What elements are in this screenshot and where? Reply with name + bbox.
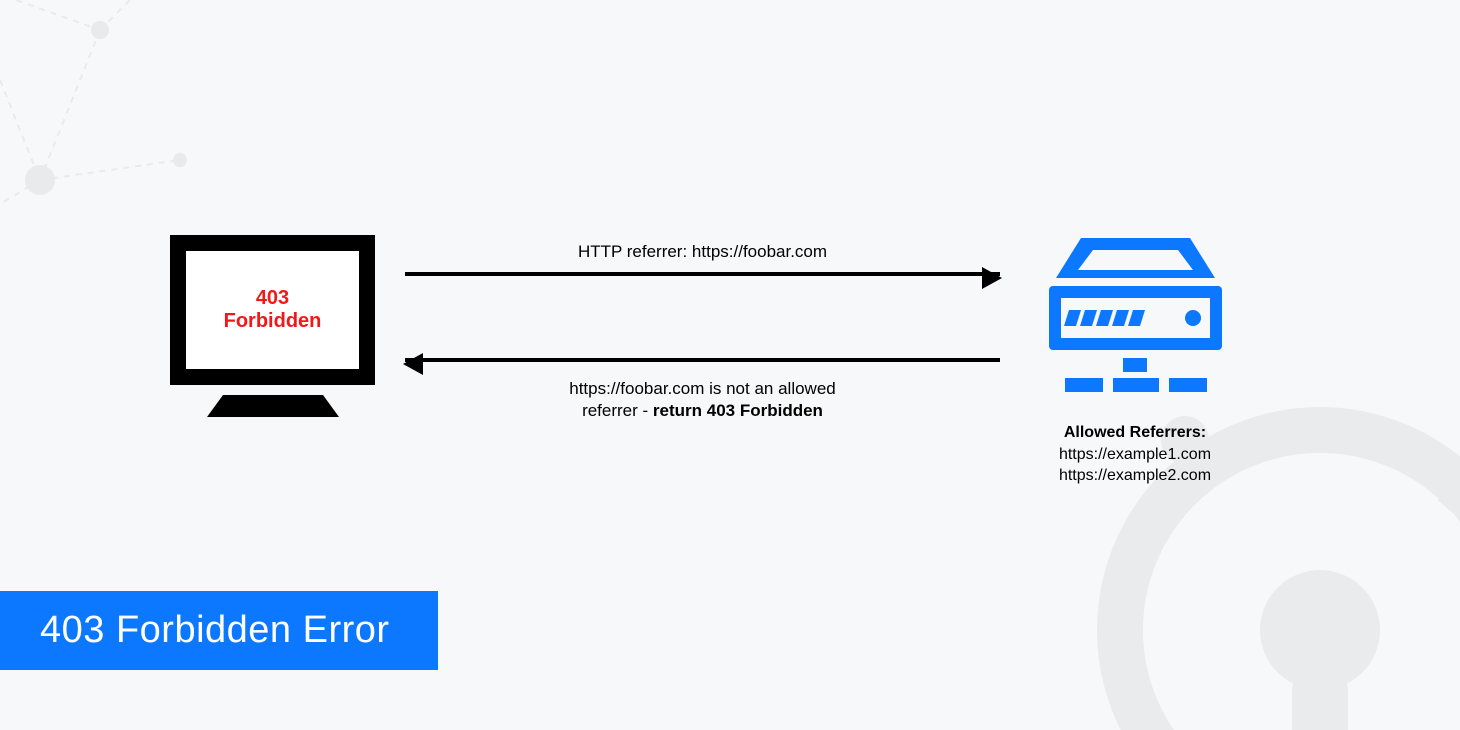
monitor-screen: 403 Forbidden (186, 251, 359, 369)
page-title: 403 Forbidden Error (0, 591, 438, 670)
response-label: https://foobar.com is not an allowed ref… (405, 378, 1000, 422)
allowed-referrer-1: https://example1.com (1040, 444, 1230, 466)
error-text: Forbidden (224, 310, 322, 333)
response-line2: referrer - return 403 Forbidden (405, 400, 1000, 422)
request-arrow (405, 272, 1000, 276)
allowed-referrer-2: https://example2.com (1040, 465, 1230, 487)
monitor-stand-icon (207, 395, 339, 417)
request-label: HTTP referrer: https://foobar.com (405, 242, 1000, 262)
error-code: 403 (256, 287, 289, 310)
arrow-left-icon (403, 353, 423, 375)
response-arrow (405, 358, 1000, 362)
allowed-referrers-header: Allowed Referrers: (1040, 422, 1230, 444)
arrow-line-icon (405, 272, 1000, 276)
monitor-icon: 403 Forbidden (170, 235, 375, 385)
response-line2-bold: return 403 Forbidden (653, 401, 823, 420)
client-monitor: 403 Forbidden (170, 235, 375, 417)
response-line2-prefix: referrer - (582, 401, 653, 420)
server-caption: Allowed Referrers: https://example1.com … (1040, 422, 1230, 487)
arrow-right-icon (982, 267, 1002, 289)
server-block: Allowed Referrers: https://example1.com … (1040, 230, 1230, 487)
diagram-canvas: 403 Forbidden HTTP referrer: https://foo… (0, 0, 1460, 730)
response-line1: https://foobar.com is not an allowed (405, 378, 1000, 400)
server-icon (1043, 230, 1228, 410)
arrow-line-icon (405, 358, 1000, 362)
